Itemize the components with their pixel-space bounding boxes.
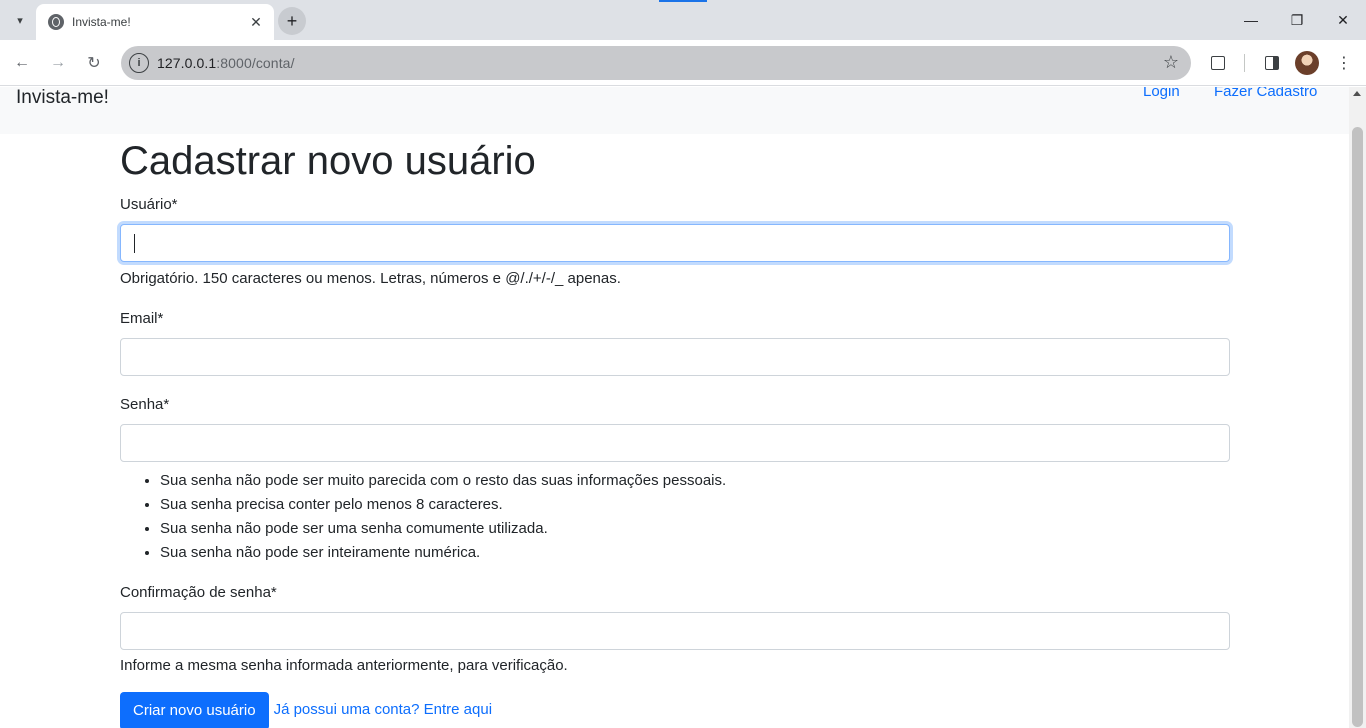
- password-label: Senha*: [120, 396, 170, 413]
- globe-icon: [48, 14, 64, 30]
- close-window-button[interactable]: ✕: [1320, 6, 1366, 34]
- navbar-brand[interactable]: Invista-me!: [16, 87, 109, 109]
- page-scrollbar[interactable]: [1349, 87, 1366, 728]
- url-host: 127.0.0.1: [157, 55, 217, 71]
- password-rules-list: Sua senha não pode ser muito parecida co…: [120, 469, 1230, 565]
- password-rule-item: Sua senha não pode ser uma senha comumen…: [160, 517, 1230, 541]
- password-input[interactable]: [120, 424, 1230, 462]
- page-viewport: Invista-me! Login Fazer Cadastro Cadastr…: [0, 87, 1349, 728]
- reload-icon[interactable]: ↻: [80, 49, 108, 77]
- url-text[interactable]: 127.0.0.1:8000/conta/: [157, 55, 295, 71]
- toolbar-divider: [1244, 54, 1245, 72]
- side-panel-icon[interactable]: [1258, 49, 1286, 77]
- minimize-button[interactable]: —: [1228, 6, 1274, 34]
- tab-title: Invista-me!: [72, 15, 131, 29]
- menu-kebab-icon[interactable]: ⋮: [1330, 49, 1358, 77]
- scroll-up-arrow-icon[interactable]: [1353, 91, 1361, 96]
- site-navbar: Invista-me! Login Fazer Cadastro: [0, 87, 1349, 134]
- new-tab-button[interactable]: +: [278, 7, 306, 35]
- submit-button[interactable]: Criar novo usuário: [120, 692, 269, 728]
- form-actions: Criar novo usuário Já possui uma conta? E…: [120, 692, 1230, 728]
- email-label: Email*: [120, 310, 164, 327]
- browser-tabstrip: ▾ Invista-me! ✕ + — ❐ ✕: [0, 0, 1366, 40]
- email-input[interactable]: [120, 338, 1230, 376]
- password-rule-item: Sua senha não pode ser muito parecida co…: [160, 469, 1230, 493]
- tab-close-icon[interactable]: ✕: [248, 14, 264, 31]
- site-info-icon[interactable]: i: [129, 53, 149, 73]
- restore-button[interactable]: ❐: [1274, 6, 1320, 34]
- back-arrow-icon[interactable]: ←: [8, 49, 36, 77]
- side-panel-icon-shape: [1265, 56, 1279, 70]
- password-rule-item: Sua senha não pode ser inteiramente numé…: [160, 541, 1230, 565]
- forward-arrow-icon[interactable]: →: [44, 49, 72, 77]
- browser-tab[interactable]: Invista-me! ✕: [36, 4, 274, 40]
- username-label: Usuário*: [120, 196, 178, 213]
- signup-form: Cadastrar novo usuário Usuário* Obrigató…: [120, 137, 1230, 728]
- extensions-icon[interactable]: [1204, 49, 1232, 77]
- browser-toolbar: ← → ↻ i 127.0.0.1:8000/conta/ ☆ ⋮: [0, 40, 1366, 86]
- password-rule-item: Sua senha precisa conter pelo menos 8 ca…: [160, 493, 1230, 517]
- url-path: :8000/conta/: [216, 55, 295, 71]
- username-help-text: Obrigatório. 150 caracteres ou menos. Le…: [120, 270, 621, 287]
- login-link[interactable]: Já possui uma conta? Entre aqui: [274, 692, 492, 728]
- page-title: Cadastrar novo usuário: [120, 139, 536, 183]
- address-bar[interactable]: i 127.0.0.1:8000/conta/ ☆: [121, 46, 1191, 80]
- confirm-password-label: Confirmação de senha*: [120, 584, 277, 601]
- text-caret: [134, 234, 135, 253]
- nav-login-link[interactable]: Login: [1143, 87, 1180, 100]
- bookmark-star-icon[interactable]: ☆: [1163, 52, 1179, 73]
- username-input[interactable]: [120, 224, 1230, 262]
- nav-signup-link[interactable]: Fazer Cadastro: [1214, 87, 1317, 100]
- scrollbar-thumb[interactable]: [1352, 127, 1363, 727]
- profile-avatar[interactable]: [1295, 51, 1319, 75]
- window-drag-indicator: [659, 0, 707, 2]
- tab-search-icon[interactable]: ▾: [8, 8, 32, 32]
- extensions-icon-shape: [1211, 56, 1225, 70]
- confirm-password-input[interactable]: [120, 612, 1230, 650]
- confirm-help-text: Informe a mesma senha informada anterior…: [120, 657, 568, 674]
